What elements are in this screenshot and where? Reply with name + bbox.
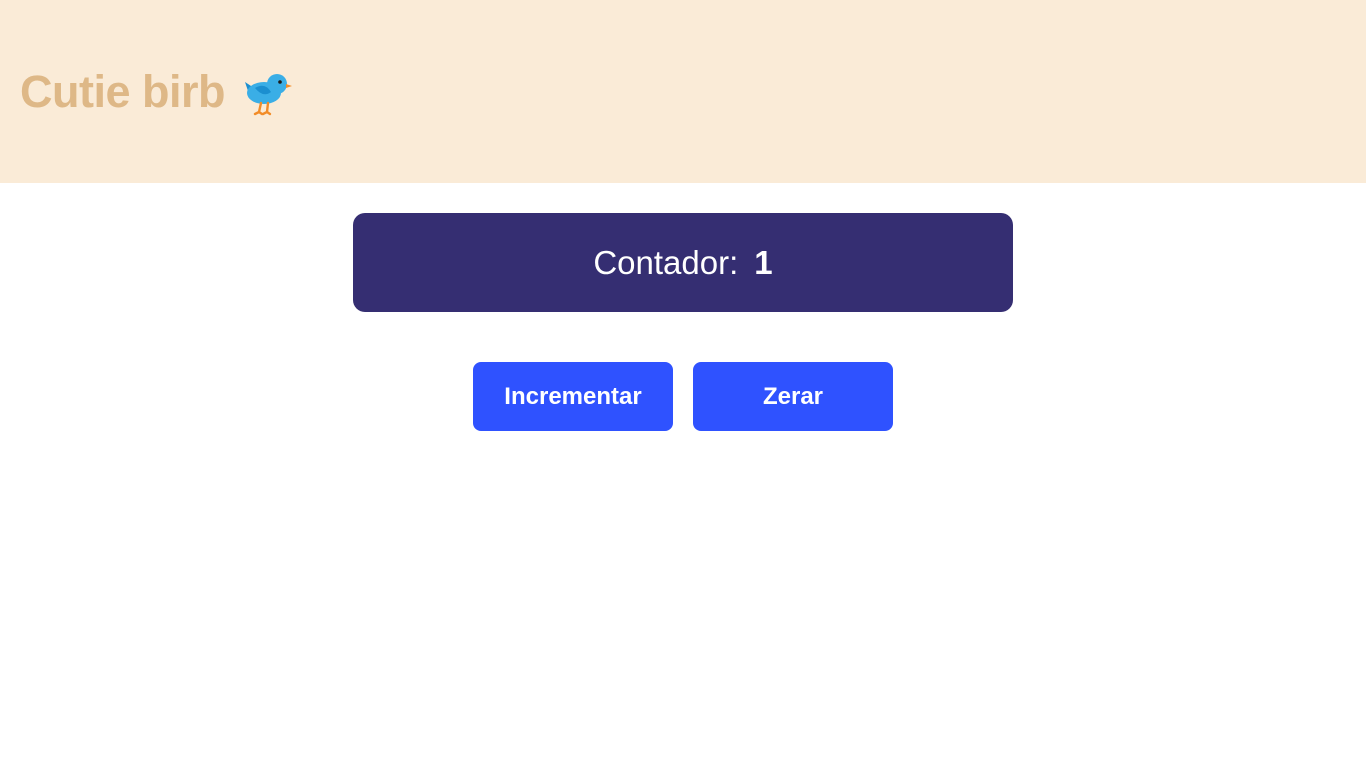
reset-button[interactable]: Zerar bbox=[693, 362, 893, 431]
bird-icon bbox=[237, 64, 293, 120]
brand: Cutie birb bbox=[20, 62, 293, 122]
increment-button[interactable]: Incrementar bbox=[473, 362, 673, 431]
counter-label: Contador: bbox=[593, 243, 739, 281]
counter-display: Contador: 1 bbox=[353, 213, 1013, 312]
page-title: Cutie birb bbox=[20, 66, 226, 117]
counter-value: 1 bbox=[754, 243, 773, 281]
page-header: Cutie birb bbox=[0, 0, 1366, 183]
